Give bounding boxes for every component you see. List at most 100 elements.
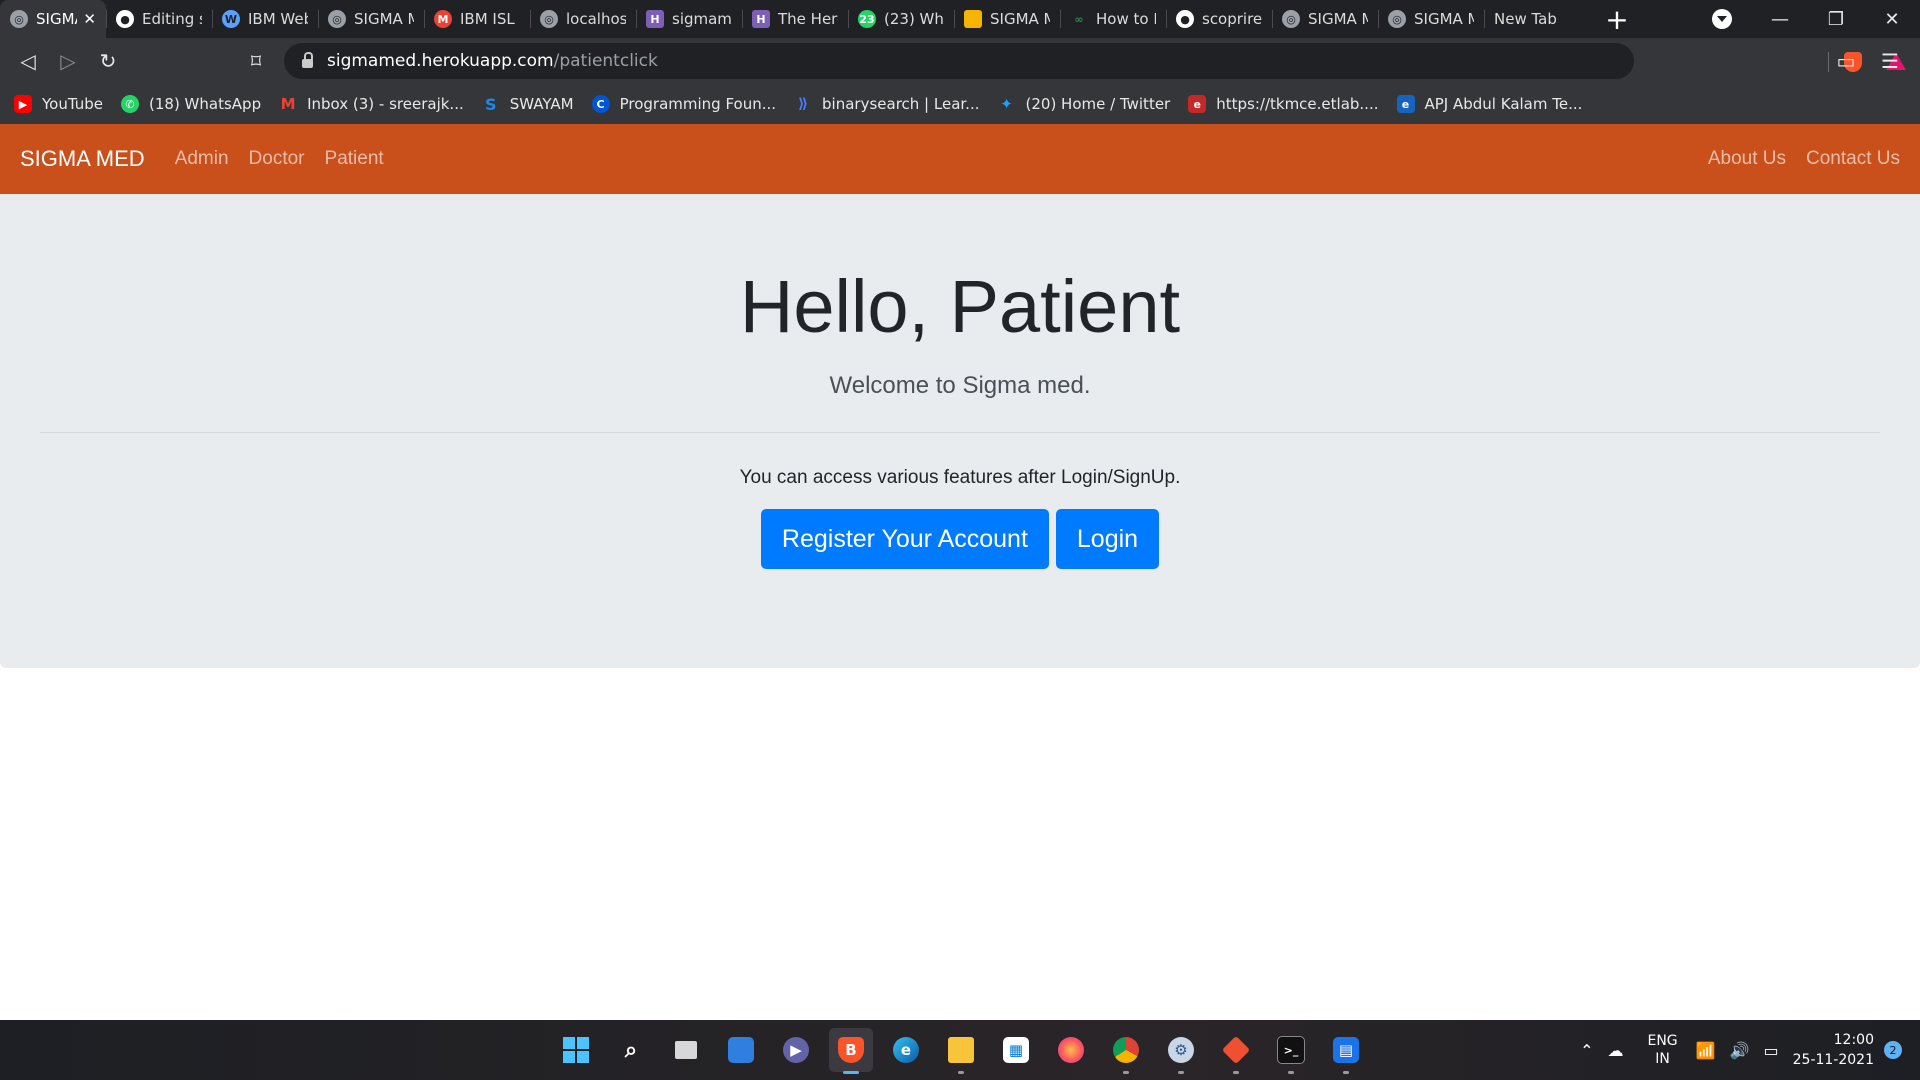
bookmark-ktu[interactable]: e APJ Abdul Kalam Te...: [1396, 95, 1582, 113]
address-bar[interactable]: sigmamed.herokuapp.com/patientclick: [284, 43, 1906, 79]
menu-icon[interactable]: ☰: [1868, 41, 1912, 81]
tab-new-tab[interactable]: New Tab: [1484, 0, 1590, 38]
notification-badge[interactable]: 2: [1884, 1041, 1902, 1059]
nav-contact-us-link[interactable]: Contact Us: [1806, 148, 1900, 170]
register-button[interactable]: Register Your Account: [760, 509, 1049, 569]
bookmark-swayam[interactable]: S SWAYAM: [482, 95, 574, 114]
volume-icon[interactable]: 🔊: [1730, 1041, 1750, 1060]
file-explorer-app[interactable]: [939, 1028, 983, 1074]
nav-about-us-link[interactable]: About Us: [1708, 148, 1786, 170]
tab-whatsapp[interactable]: 23 (23) Wha: [848, 0, 954, 38]
reload-icon[interactable]: ↻: [88, 41, 128, 81]
battery-icon[interactable]: ▭: [1764, 1041, 1779, 1060]
running-indicator: [843, 1071, 859, 1074]
clock[interactable]: 12:00 25-11-2021: [1793, 1030, 1874, 1070]
bookmark-twitter[interactable]: ✦ (20) Home / Twitter: [998, 95, 1170, 113]
tab-heroku-sigmamed[interactable]: H sigmame: [636, 0, 742, 38]
running-indicator: [1288, 1071, 1294, 1074]
tab-editing[interactable]: ● Editing si: [106, 0, 212, 38]
edge-app[interactable]: e: [884, 1028, 928, 1072]
bookmark-coursera[interactable]: C Programming Foun...: [591, 95, 776, 113]
chevron-up-icon[interactable]: ⌃: [1580, 1041, 1593, 1060]
teams-chat-button[interactable]: ▶: [774, 1028, 818, 1072]
chrome-app[interactable]: [1104, 1028, 1148, 1074]
close-icon[interactable]: ✕: [83, 10, 96, 28]
tab-ibm-web[interactable]: W IBM Web: [212, 0, 318, 38]
tab-ibm-isl[interactable]: M IBM ISL C: [424, 0, 530, 38]
webex-icon: W: [222, 10, 240, 28]
settings-app[interactable]: ⚙: [1159, 1028, 1203, 1074]
divider: [40, 432, 1880, 433]
firefox-app[interactable]: [1049, 1028, 1093, 1072]
lock-icon[interactable]: [302, 51, 313, 68]
bookmark-whatsapp[interactable]: ✆ (18) WhatsApp: [121, 95, 261, 113]
link-icon: ∞: [1074, 12, 1084, 26]
wallet-icon[interactable]: ▭: [1824, 41, 1868, 81]
whatsapp-icon: ✆: [121, 95, 139, 113]
forward-icon[interactable]: ▷: [48, 41, 88, 81]
tab-search-icon[interactable]: [1712, 9, 1732, 29]
window-close-icon[interactable]: ✕: [1864, 0, 1920, 38]
tab-label: SIGMA: [36, 10, 77, 28]
region-code: IN: [1655, 1051, 1670, 1067]
tab-label: How to D: [1096, 10, 1156, 28]
terminal-icon: >_: [1277, 1036, 1305, 1064]
globe-icon: ◎: [540, 10, 558, 28]
heroku-icon: H: [646, 10, 664, 28]
tab-sigma-med-active[interactable]: ◎ SIGMA ✕: [0, 0, 106, 38]
coursera-icon: C: [591, 95, 610, 113]
github-icon: ●: [1176, 10, 1194, 28]
nav-admin-link[interactable]: Admin: [175, 148, 229, 170]
running-indicator: [958, 1071, 964, 1074]
tab-label: SIGMA M: [1308, 10, 1368, 28]
gmail-icon: M: [434, 10, 452, 28]
calendar-app[interactable]: ▤: [1324, 1028, 1368, 1074]
bookmark-label: Inbox (3) - sreerajk...: [307, 95, 464, 113]
tab-label: SIGMA M: [1414, 10, 1474, 28]
widgets-button[interactable]: [719, 1028, 763, 1072]
store-icon: ▦: [1003, 1037, 1029, 1063]
youtube-icon: ▶: [14, 95, 32, 113]
bookmark-youtube[interactable]: ▶ YouTube: [14, 95, 103, 113]
running-indicator: [1123, 1071, 1129, 1074]
brave-app[interactable]: B: [829, 1028, 873, 1074]
tab-sigma-4[interactable]: ◎ SIGMA M: [1378, 0, 1484, 38]
store-app[interactable]: ▦: [994, 1028, 1038, 1072]
teams-chat-icon: ▶: [783, 1037, 809, 1063]
slides-icon: [964, 10, 982, 28]
jumbotron: Hello, Patient Welcome to Sigma med. You…: [0, 194, 1920, 668]
back-icon[interactable]: ◁: [8, 41, 48, 81]
edge-icon: e: [893, 1037, 919, 1063]
tab-how-to[interactable]: ∞ How to D: [1060, 0, 1166, 38]
nav-patient-link[interactable]: Patient: [325, 148, 384, 170]
tab-sigma-2[interactable]: ◎ SIGMA M: [318, 0, 424, 38]
restore-icon[interactable]: ❐: [1808, 0, 1864, 38]
bookmarks-bar: ▶ YouTube ✆ (18) WhatsApp M Inbox (3) - …: [0, 84, 1920, 124]
tab-slides[interactable]: SIGMA M: [954, 0, 1060, 38]
nav-doctor-link[interactable]: Doctor: [249, 148, 305, 170]
tab-heroku-docs[interactable]: H The Hero: [742, 0, 848, 38]
minimize-icon[interactable]: —: [1752, 0, 1808, 38]
start-button[interactable]: [554, 1028, 598, 1072]
new-tab-button[interactable]: +: [1590, 0, 1644, 38]
bookmark-binarysearch[interactable]: ⟫ binarysearch | Lear...: [794, 95, 980, 113]
wifi-icon[interactable]: 📶: [1696, 1041, 1716, 1060]
bookmark-gmail[interactable]: M Inbox (3) - sreerajk...: [279, 95, 464, 113]
task-view-button[interactable]: [664, 1028, 708, 1072]
language-indicator[interactable]: ENG IN: [1647, 1032, 1677, 1068]
bookmark-etlab[interactable]: e https://tkmce.etlab....: [1188, 95, 1379, 113]
tab-localhost[interactable]: ◎ localhost: [530, 0, 636, 38]
globe-icon: ◎: [1282, 10, 1300, 28]
tab-label: IBM Web: [248, 10, 308, 28]
bookmark-icon[interactable]: ⌑: [236, 41, 276, 81]
tab-sigma-3[interactable]: ◎ SIGMA M: [1272, 0, 1378, 38]
search-button[interactable]: ⌕: [609, 1028, 653, 1072]
git-app[interactable]: [1214, 1028, 1258, 1074]
brave-icon: B: [838, 1037, 864, 1063]
brand-logo[interactable]: SIGMA MED: [20, 146, 145, 172]
onedrive-icon[interactable]: ☁: [1607, 1041, 1623, 1060]
system-tray: ⌃ ☁ ENG IN 📶 🔊 ▭ 12:00 25-11-2021 2: [1580, 1020, 1920, 1080]
login-button[interactable]: Login: [1055, 509, 1160, 569]
tab-scoprire[interactable]: ● scoprire-: [1166, 0, 1272, 38]
terminal-app[interactable]: >_: [1269, 1028, 1313, 1074]
